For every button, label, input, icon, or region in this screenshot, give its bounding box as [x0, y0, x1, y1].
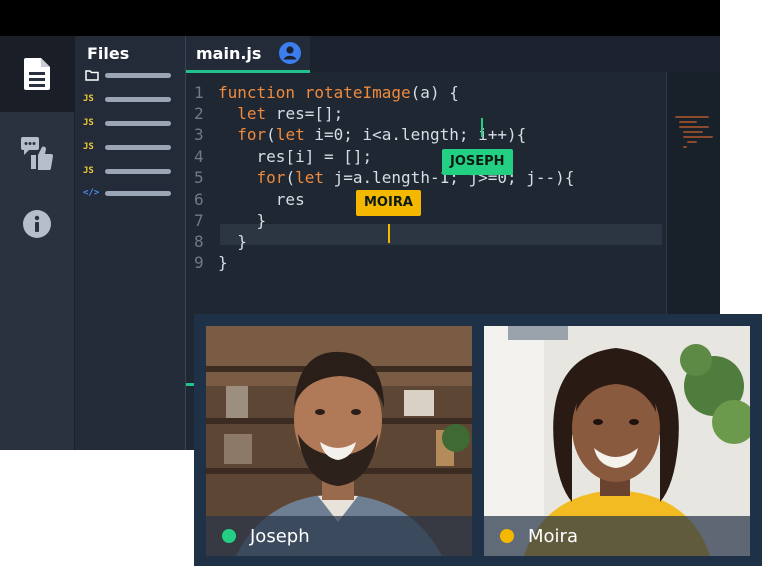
code-file-icon: </>: [83, 188, 100, 198]
file-item[interactable]: JS: [83, 164, 179, 178]
current-line-highlight: [220, 224, 662, 245]
code-text: let res=[];: [237, 104, 344, 123]
files-panel: Files JS JS JS JS </>: [75, 36, 186, 450]
file-name-placeholder: [105, 120, 171, 126]
activity-bar: [0, 36, 75, 450]
moira-name: Moira: [528, 525, 578, 547]
line-number: 3: [194, 125, 204, 144]
joseph-name-bar: Joseph: [206, 516, 472, 556]
editor-tab-bar: main.js: [186, 36, 720, 73]
file-name-placeholder: [105, 96, 171, 102]
panel-divider: [186, 383, 194, 386]
file-item[interactable]: </>: [83, 186, 179, 200]
file-name-placeholder: [105, 168, 171, 174]
files-title: Files: [87, 44, 130, 63]
line-number: 6: [194, 190, 204, 209]
document-icon: [24, 58, 50, 90]
info-icon: [23, 210, 51, 238]
moira-name-bar: Moira: [484, 516, 750, 556]
js-file-icon: JS: [83, 142, 94, 152]
video-call-panel: Joseph Moira: [194, 314, 762, 566]
tab-main-js[interactable]: main.js: [186, 36, 310, 73]
video-tile-joseph[interactable]: Joseph: [206, 326, 472, 556]
js-file-icon: JS: [83, 118, 94, 128]
joseph-cursor-label: JOSEPH: [442, 149, 513, 175]
file-name-placeholder: [105, 144, 171, 150]
code-text: res[i] = [];: [218, 147, 373, 166]
file-item[interactable]: JS: [83, 116, 179, 130]
joseph-caret: [481, 118, 483, 137]
file-name-placeholder: [105, 190, 171, 196]
file-name-placeholder: [105, 72, 171, 78]
moira-status-dot: [500, 529, 514, 543]
js-file-icon: JS: [83, 166, 94, 176]
code-text: for(let j=a.length-1; j>=0; j--){: [256, 168, 575, 187]
code-text: function rotateImage(a) {: [218, 83, 459, 102]
line-number: 8: [194, 232, 204, 251]
line-number: 1: [194, 83, 204, 102]
joseph-status-dot: [222, 529, 236, 543]
user-avatar-icon[interactable]: [279, 42, 302, 64]
moira-cursor-label: MOIRA: [356, 190, 421, 216]
js-file-icon: JS: [83, 94, 94, 104]
code-text: res: [218, 190, 305, 209]
chat-like-icon: [21, 137, 53, 170]
code-text: }: [218, 253, 228, 272]
folder-icon: [85, 69, 99, 81]
file-item[interactable]: [83, 68, 179, 82]
code-text: }: [218, 232, 247, 251]
line-number: 2: [194, 104, 204, 123]
code-text: }: [218, 211, 267, 230]
line-number: 4: [194, 147, 204, 166]
video-tile-moira[interactable]: Moira: [484, 326, 750, 556]
moira-caret: [388, 224, 390, 243]
line-number: 9: [194, 253, 204, 272]
activity-document-button[interactable]: [0, 36, 74, 112]
activity-info-button[interactable]: [0, 204, 74, 244]
line-number: 7: [194, 211, 204, 230]
file-item[interactable]: JS: [83, 92, 179, 106]
line-number: 5: [194, 168, 204, 187]
activity-feedback-button[interactable]: [0, 134, 74, 174]
joseph-name: Joseph: [250, 525, 310, 547]
file-item[interactable]: JS: [83, 140, 179, 154]
window-top-bar: [0, 0, 720, 36]
tab-label: main.js: [196, 43, 262, 63]
